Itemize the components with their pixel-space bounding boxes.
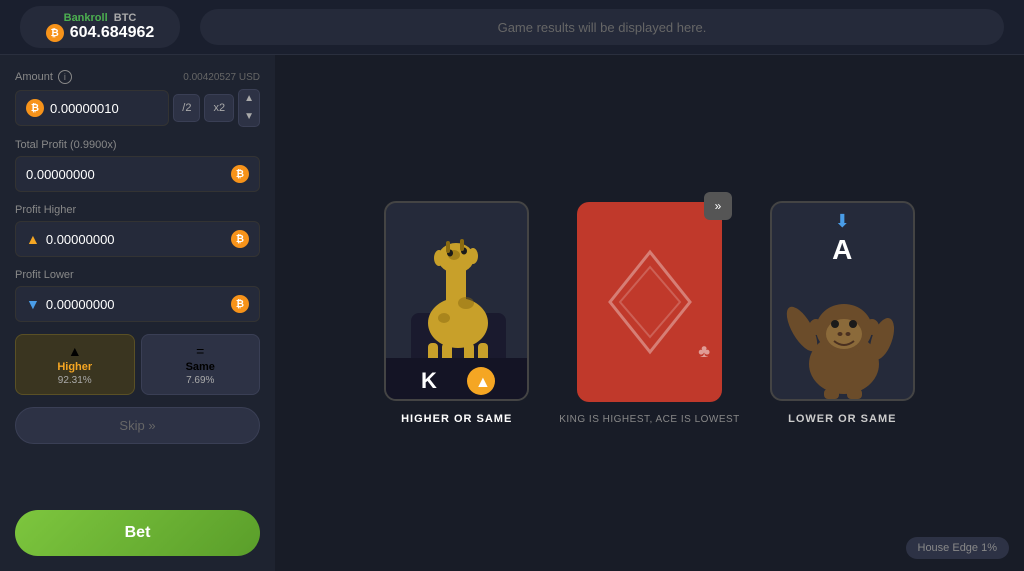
giraffe-svg: K ▲	[386, 203, 529, 401]
suit-club-icon: ♣	[698, 341, 710, 362]
game-area: K ▲ HIGHER OR SAME » ♣	[275, 55, 1024, 571]
diamond-svg	[605, 247, 695, 357]
amount-input[interactable]: ₿ 0.00000010	[15, 90, 169, 126]
amount-stepper[interactable]: ▲ ▼	[238, 89, 260, 127]
gorilla-svg	[772, 254, 915, 399]
card-description: KING IS HIGHEST, ACE IS LOWEST	[559, 414, 740, 425]
bet-button[interactable]: Bet	[15, 510, 260, 556]
cards-row: K ▲ HIGHER OR SAME » ♣	[364, 181, 935, 445]
down-arrow-icon: ⬇	[835, 211, 850, 232]
bankroll-text: Bankroll	[64, 12, 108, 24]
higher-bet-pct: 92.31%	[58, 375, 92, 386]
same-bet-pct: 7.69%	[186, 375, 214, 386]
profit-higher-input: ▲ 0.00000000 ₿	[15, 221, 260, 257]
half-button[interactable]: /2	[173, 94, 200, 122]
higher-arrow-icon: ▲	[26, 231, 40, 247]
amount-label: Amount i 0.00420527 USD	[15, 70, 260, 84]
profit-lower-value: 0.00000000	[46, 297, 225, 312]
profit-lower-input: ▼ 0.00000000 ₿	[15, 286, 260, 322]
skip-label: Skip	[119, 418, 144, 433]
svg-text:▲: ▲	[475, 374, 491, 391]
bankroll-currency: BTC	[114, 12, 137, 24]
amount-btc-icon: ₿	[26, 99, 44, 117]
skip-chevron-icon: »	[148, 418, 155, 433]
bankroll-section: Bankroll BTC ₿ 604.684962	[20, 6, 180, 48]
same-bet-icon: =	[196, 343, 204, 359]
usd-label: 0.00420527 USD	[183, 72, 260, 83]
amount-label-text: Amount	[15, 71, 53, 83]
stepper-down[interactable]: ▼	[239, 108, 259, 126]
profit-lower-btc-icon: ₿	[231, 295, 249, 313]
amount-field: Amount i 0.00420527 USD ₿ 0.00000010 /2 …	[15, 70, 260, 127]
double-button[interactable]: x2	[204, 94, 234, 122]
profit-lower-field: Profit Lower ▼ 0.00000000 ₿	[15, 269, 260, 322]
lower-or-same-card[interactable]: ⬇ A	[770, 201, 915, 401]
house-edge: House Edge 1%	[906, 537, 1010, 559]
bet-label: Bet	[125, 524, 151, 541]
higher-or-same-label[interactable]: HIGHER OR SAME	[401, 413, 512, 425]
profit-higher-value: 0.00000000	[46, 232, 225, 247]
same-bet-button[interactable]: = Same 7.69%	[141, 334, 261, 395]
results-placeholder-text: Game results will be displayed here.	[498, 20, 707, 35]
total-profit-btc-icon: ₿	[231, 165, 249, 183]
profit-higher-btc-icon: ₿	[231, 230, 249, 248]
higher-or-same-card[interactable]: K ▲	[384, 201, 529, 401]
lower-arrow-icon: ▼	[26, 296, 40, 312]
info-icon[interactable]: i	[58, 70, 72, 84]
card-hint-button[interactable]: »	[704, 192, 732, 220]
bet-choice-buttons: ▲ Higher 92.31% = Same 7.69%	[15, 334, 260, 395]
left-panel: Amount i 0.00420527 USD ₿ 0.00000010 /2 …	[0, 55, 275, 571]
profit-higher-label: Profit Higher	[15, 204, 260, 216]
lower-or-same-label[interactable]: LOWER OR SAME	[788, 413, 896, 425]
amount-value: 0.00000010	[50, 101, 119, 116]
house-edge-text: House Edge 1%	[918, 542, 998, 554]
profit-higher-field: Profit Higher ▲ 0.00000000 ₿	[15, 204, 260, 257]
results-bar: Game results will be displayed here.	[200, 9, 1004, 45]
card-description-text: KING IS HIGHEST, ACE IS LOWEST	[559, 414, 740, 425]
bankroll-value: ₿ 604.684962	[46, 24, 155, 42]
svg-text:K: K	[421, 368, 437, 393]
profit-higher-label-text: Profit Higher	[15, 204, 76, 216]
total-profit-label-text: Total Profit (0.9900x)	[15, 139, 117, 151]
profit-lower-label: Profit Lower	[15, 269, 260, 281]
skip-button[interactable]: Skip »	[15, 407, 260, 444]
higher-bet-label: Higher	[57, 361, 92, 373]
current-card-section: » ♣ KING IS HIGHEST, ACE IS LOWEST	[559, 202, 740, 425]
btc-coin-icon: ₿	[46, 24, 64, 42]
total-profit-value: 0.00000000	[26, 167, 225, 182]
higher-bet-icon: ▲	[68, 343, 82, 359]
lower-or-same-section: ⬇ A	[770, 201, 915, 425]
bankroll-amount: 604.684962	[70, 24, 155, 42]
same-bet-label: Same	[186, 361, 215, 373]
stepper-up[interactable]: ▲	[239, 90, 259, 108]
total-profit-input: 0.00000000 ₿	[15, 156, 260, 192]
card-hint-icon: »	[715, 199, 722, 213]
total-profit-field: Total Profit (0.9900x) 0.00000000 ₿	[15, 139, 260, 192]
header: Bankroll BTC ₿ 604.684962 Game results w…	[0, 0, 1024, 55]
profit-lower-label-text: Profit Lower	[15, 269, 74, 281]
total-profit-label: Total Profit (0.9900x)	[15, 139, 260, 151]
current-card: » ♣	[577, 202, 722, 402]
higher-bet-button[interactable]: ▲ Higher 92.31%	[15, 334, 135, 395]
bankroll-label: Bankroll BTC	[64, 12, 137, 24]
amount-row: ₿ 0.00000010 /2 x2 ▲ ▼	[15, 89, 260, 127]
higher-or-same-section: K ▲ HIGHER OR SAME	[384, 201, 529, 425]
